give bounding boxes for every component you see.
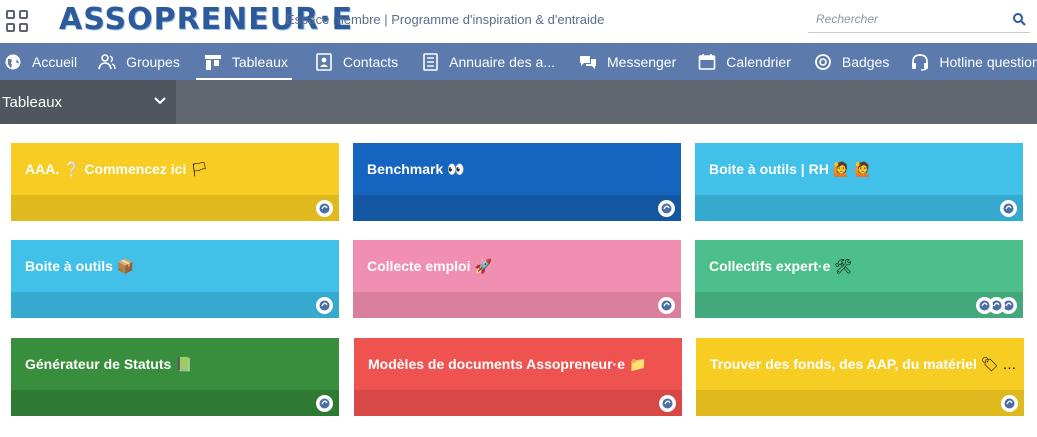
nav-item-tableaux[interactable]: Tableaux [195,43,292,80]
board-card-header: Boite à outils | RH 🙋 🙋 [695,143,1023,195]
board-card[interactable]: Collectifs expert·e 🛠 [695,240,1023,318]
board-card[interactable]: Benchmark 👀 [353,143,681,221]
board-title: AAA. ❔ Commencez ici [25,160,187,177]
board-emoji: 📗 [175,355,193,372]
board-card[interactable]: Boite à outils 📦 [11,240,339,318]
member-avatar-icon[interactable] [316,297,333,314]
nav-item-annuaire[interactable]: Annuaire des a... [421,43,555,80]
member-avatar-icon[interactable] [658,200,675,217]
board-card-footer [353,195,681,221]
board-title: Collectifs expert·e [709,258,831,274]
member-avatar-icon[interactable] [658,297,675,314]
board-card-header: Générateur de Statuts 📗 [11,338,339,390]
board-title: Benchmark [367,161,444,177]
board-emoji: 📦 [116,257,135,274]
board-title: Boite à outils | RH [709,161,829,177]
board-emoji: 🛠 [834,257,853,274]
board-title: Collecte emploi [367,258,471,274]
contacts-icon [316,52,332,71]
board-card-header: Modèles de documents Assopreneur·e 📁 [354,338,682,390]
board-card-header: Collecte emploi 🚀 [353,240,681,292]
groups-icon [98,53,116,69]
nav-item-badges[interactable]: Badges [814,43,889,80]
member-avatar-icon[interactable] [316,395,333,412]
nav-label: Messenger [607,53,677,70]
boards-dropdown[interactable]: Tableaux [0,80,176,124]
board-emoji: 📁 [628,355,647,372]
chevron-down-icon [154,97,166,105]
nav-item-calendrier[interactable]: Calendrier [698,43,791,80]
board-filter-bar: Tableaux [0,80,1037,124]
board-emoji: 🏷 … [980,355,1017,372]
nav-label: Groupes [126,53,180,70]
header: ASSOPRENEUR·E Espace membre | Programme … [0,0,1037,43]
chat-icon [580,55,596,69]
nav-label: Calendrier [726,53,791,70]
search-icon[interactable] [1012,12,1026,26]
nav-item-accueil[interactable]: Accueil [4,43,77,80]
nav-item-contacts[interactable]: Contacts [315,43,398,80]
board-card[interactable]: Modèles de documents Assopreneur·e 📁 [354,338,682,416]
member-avatar-icon[interactable] [316,200,333,217]
header-subtitle: Espace membre | Programme d'inspiration … [286,12,605,27]
board-card-header: Collectifs expert·e 🛠 [695,240,1023,292]
board-title: Boite à outils [25,258,113,274]
board-card-footer [11,292,339,318]
globe-icon [5,54,21,69]
board-emoji: 👀 [447,160,465,177]
board-card-footer [354,390,682,416]
calendar-icon [698,53,716,70]
board-card[interactable]: AAA. ❔ Commencez ici 🏳 [11,143,339,221]
apps-grid-icon[interactable] [6,10,28,32]
board-card-header: AAA. ❔ Commencez ici 🏳 [11,143,339,195]
board-title: Générateur de Statuts [25,356,172,372]
headset-icon [912,53,929,71]
member-avatar-icon[interactable] [659,395,676,412]
board-card[interactable]: Collecte emploi 🚀 [353,240,681,318]
member-avatar-icon[interactable] [1001,395,1018,412]
member-avatar-icon[interactable] [976,297,993,314]
board-title: Modèles de documents Assopreneur·e [368,356,625,372]
board-card[interactable]: Boite à outils | RH 🙋 🙋 [695,143,1023,221]
nav-label: Hotline question [939,53,1037,70]
nav-label: Annuaire des a... [449,53,555,70]
board-card-footer [695,195,1023,221]
main-nav: Accueil Groupes Tableaux Contacts Annuai… [0,43,1037,80]
nav-label: Badges [841,53,890,70]
board-emoji: 🙋 🙋 [832,160,872,177]
boards-icon [204,54,221,70]
badge-icon [814,53,831,70]
dropdown-label: Tableaux [2,93,63,111]
board-card-header: Boite à outils 📦 [11,240,339,292]
nav-item-groupes[interactable]: Groupes [98,43,180,80]
nav-label: Contacts [342,53,399,70]
nav-item-hotline[interactable]: Hotline question [911,43,1037,80]
member-avatar-icon[interactable] [1000,200,1017,217]
board-card-footer [353,292,681,318]
board-card-footer [695,292,1023,318]
board-card[interactable]: Trouver des fonds, des AAP, du matériel 🏷… [696,338,1024,416]
board-card-footer [696,390,1024,416]
nav-label: Tableaux [231,53,288,70]
board-card[interactable]: Générateur de Statuts 📗 [11,338,339,416]
board-card-footer [11,195,339,221]
nav-label: Accueil [32,53,78,70]
board-card-footer [11,390,339,416]
search-box [808,6,1030,33]
board-card-header: Trouver des fonds, des AAP, du matériel 🏷… [696,338,1024,390]
board-emoji: 🏳 [190,160,209,177]
directory-icon [423,52,438,71]
board-title: Trouver des fonds, des AAP, du matériel [710,356,977,372]
search-input[interactable] [808,6,998,32]
board-emoji: 🚀 [474,257,492,274]
board-card-header: Benchmark 👀 [353,143,681,195]
nav-item-messenger[interactable]: Messenger [579,43,676,80]
